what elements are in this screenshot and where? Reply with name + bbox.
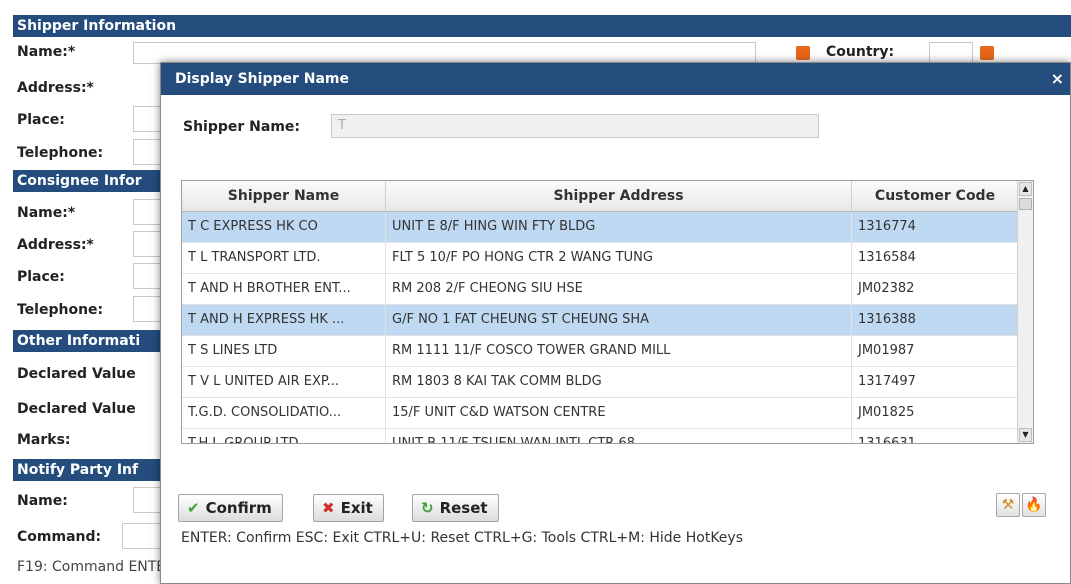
cell-customer-code: JM01825 (852, 398, 1019, 428)
cell-customer-code: 1316388 (852, 305, 1019, 335)
cell-shipper-address: 15/F UNIT C&D WATSON CENTRE (386, 398, 852, 428)
exit-button[interactable]: ✖ Exit (313, 494, 384, 522)
label-telephone: Telephone: (17, 145, 104, 161)
table-row[interactable]: T L TRANSPORT LTD. FLT 5 10/F PO HONG CT… (182, 243, 1019, 274)
cell-shipper-name: T V L UNITED AIR EXP... (182, 367, 386, 397)
shipper-grid: Shipper Name Shipper Address Customer Co… (181, 180, 1034, 444)
label-name: Name:* (17, 44, 76, 60)
cell-customer-code: 1316584 (852, 243, 1019, 273)
cell-customer-code: 1317497 (852, 367, 1019, 397)
notify-name-field[interactable] (133, 487, 163, 513)
display-shipper-dialog: Display Shipper Name × Shipper Name: T S… (160, 62, 1071, 584)
section-header-other: Other Informati (13, 330, 163, 352)
grid-body: T C EXPRESS HK CO UNIT E 8/F HING WIN FT… (182, 212, 1019, 443)
table-row[interactable]: T.G.D. CONSOLIDATIO... 15/F UNIT C&D WAT… (182, 398, 1019, 429)
label-address: Address:* (17, 80, 94, 96)
label-notify-name: Name: (17, 493, 68, 509)
cell-shipper-name: T AND H BROTHER ENT... (182, 274, 386, 304)
cell-shipper-name: T.G.D. CONSOLIDATIO... (182, 398, 386, 428)
cell-customer-code: 1316631 (852, 429, 1019, 443)
cell-shipper-address: RM 1803 8 KAI TAK COMM BLDG (386, 367, 852, 397)
refresh-icon: ↻ (421, 499, 434, 517)
table-row[interactable]: T C EXPRESS HK CO UNIT E 8/F HING WIN FT… (182, 212, 1019, 243)
exit-button-label: Exit (340, 499, 373, 517)
consignee-address-field[interactable] (133, 231, 163, 257)
flame-icon: 🔥 (1025, 497, 1043, 513)
grid-header: Shipper Name Shipper Address Customer Co… (182, 181, 1019, 212)
cell-shipper-name: T AND H EXPRESS HK ... (182, 305, 386, 335)
cell-customer-code: JM01987 (852, 336, 1019, 366)
dialog-hotkeys: ENTER: Confirm ESC: Exit CTRL+U: Reset C… (181, 530, 743, 546)
label-country: Country: (826, 44, 895, 60)
section-header-notify: Notify Party Inf (13, 459, 163, 481)
cell-shipper-name: T S LINES LTD (182, 336, 386, 366)
tools-button[interactable]: ⚒ (996, 493, 1020, 517)
country-field[interactable] (929, 42, 973, 64)
cell-shipper-name: T L TRANSPORT LTD. (182, 243, 386, 273)
x-icon: ✖ (322, 499, 335, 517)
shipper-name-label: Shipper Name: (183, 119, 301, 135)
telephone-field[interactable] (133, 139, 163, 165)
lookup-icon[interactable] (796, 46, 810, 60)
place-field[interactable] (133, 106, 163, 132)
close-icon[interactable]: × (1051, 63, 1064, 95)
label-command: Command: (17, 529, 102, 545)
cell-customer-code: 1316774 (852, 212, 1019, 242)
label-consignee-address: Address:* (17, 237, 94, 253)
cell-shipper-address: UNIT E 8/F HING WIN FTY BLDG (386, 212, 852, 242)
label-consignee-place: Place: (17, 269, 65, 285)
reset-button[interactable]: ↻ Reset (412, 494, 499, 522)
confirm-button-label: Confirm (205, 499, 272, 517)
consignee-telephone-field[interactable] (133, 296, 163, 322)
cell-shipper-address: RM 208 2/F CHEONG SIU HSE (386, 274, 852, 304)
cell-shipper-address: UNIT B 11/F TSUEN WAN INTL CTR 68 (386, 429, 852, 443)
tools-icon: ⚒ (1001, 497, 1015, 513)
label-place: Place: (17, 112, 65, 128)
cell-shipper-address: FLT 5 10/F PO HONG CTR 2 WANG TUNG (386, 243, 852, 273)
column-header-customer-code[interactable]: Customer Code (852, 181, 1019, 211)
cell-shipper-address: G/F NO 1 FAT CHEUNG ST CHEUNG SHA (386, 305, 852, 335)
table-row[interactable]: T V L UNITED AIR EXP... RM 1803 8 KAI TA… (182, 367, 1019, 398)
check-icon: ✔ (187, 499, 200, 517)
cell-shipper-name: T.H.I. GROUP LTD (182, 429, 386, 443)
consignee-name-field[interactable] (133, 199, 163, 225)
dialog-title: Display Shipper Name (161, 63, 1070, 95)
label-marks: Marks: (17, 432, 71, 448)
scroll-down-icon[interactable]: ▼ (1019, 428, 1032, 442)
scroll-thumb[interactable] (1019, 198, 1032, 210)
section-header-consignee: Consignee Infor (13, 170, 163, 192)
column-header-shipper-address[interactable]: Shipper Address (386, 181, 852, 211)
cell-shipper-address: RM 1111 11/F COSCO TOWER GRAND MILL (386, 336, 852, 366)
cell-customer-code: JM02382 (852, 274, 1019, 304)
cell-shipper-name: T C EXPRESS HK CO (182, 212, 386, 242)
shipper-name-field[interactable] (133, 42, 756, 64)
table-row[interactable]: T AND H EXPRESS HK ... G/F NO 1 FAT CHEU… (182, 305, 1019, 336)
shipper-name-search-input[interactable]: T (331, 114, 819, 138)
label-consignee-telephone: Telephone: (17, 302, 104, 318)
table-row[interactable]: T.H.I. GROUP LTD UNIT B 11/F TSUEN WAN I… (182, 429, 1019, 443)
label-declared-value-1: Declared Value (17, 366, 136, 382)
reset-button-label: Reset (439, 499, 488, 517)
table-row[interactable]: T AND H BROTHER ENT... RM 208 2/F CHEONG… (182, 274, 1019, 305)
confirm-button[interactable]: ✔ Confirm (178, 494, 283, 522)
table-row[interactable]: T S LINES LTD RM 1111 11/F COSCO TOWER G… (182, 336, 1019, 367)
country-lookup-icon[interactable] (980, 46, 994, 60)
grid-vertical-scrollbar[interactable]: ▲ ▼ (1017, 181, 1033, 443)
label-consignee-name: Name:* (17, 205, 76, 221)
scroll-up-icon[interactable]: ▲ (1019, 182, 1032, 196)
label-declared-value-2: Declared Value (17, 401, 136, 417)
hide-hotkeys-button[interactable]: 🔥 (1022, 493, 1046, 517)
command-field[interactable] (122, 523, 162, 549)
column-header-shipper-name[interactable]: Shipper Name (182, 181, 386, 211)
consignee-place-field[interactable] (133, 263, 163, 289)
section-header-shipper: Shipper Information (13, 15, 1071, 37)
